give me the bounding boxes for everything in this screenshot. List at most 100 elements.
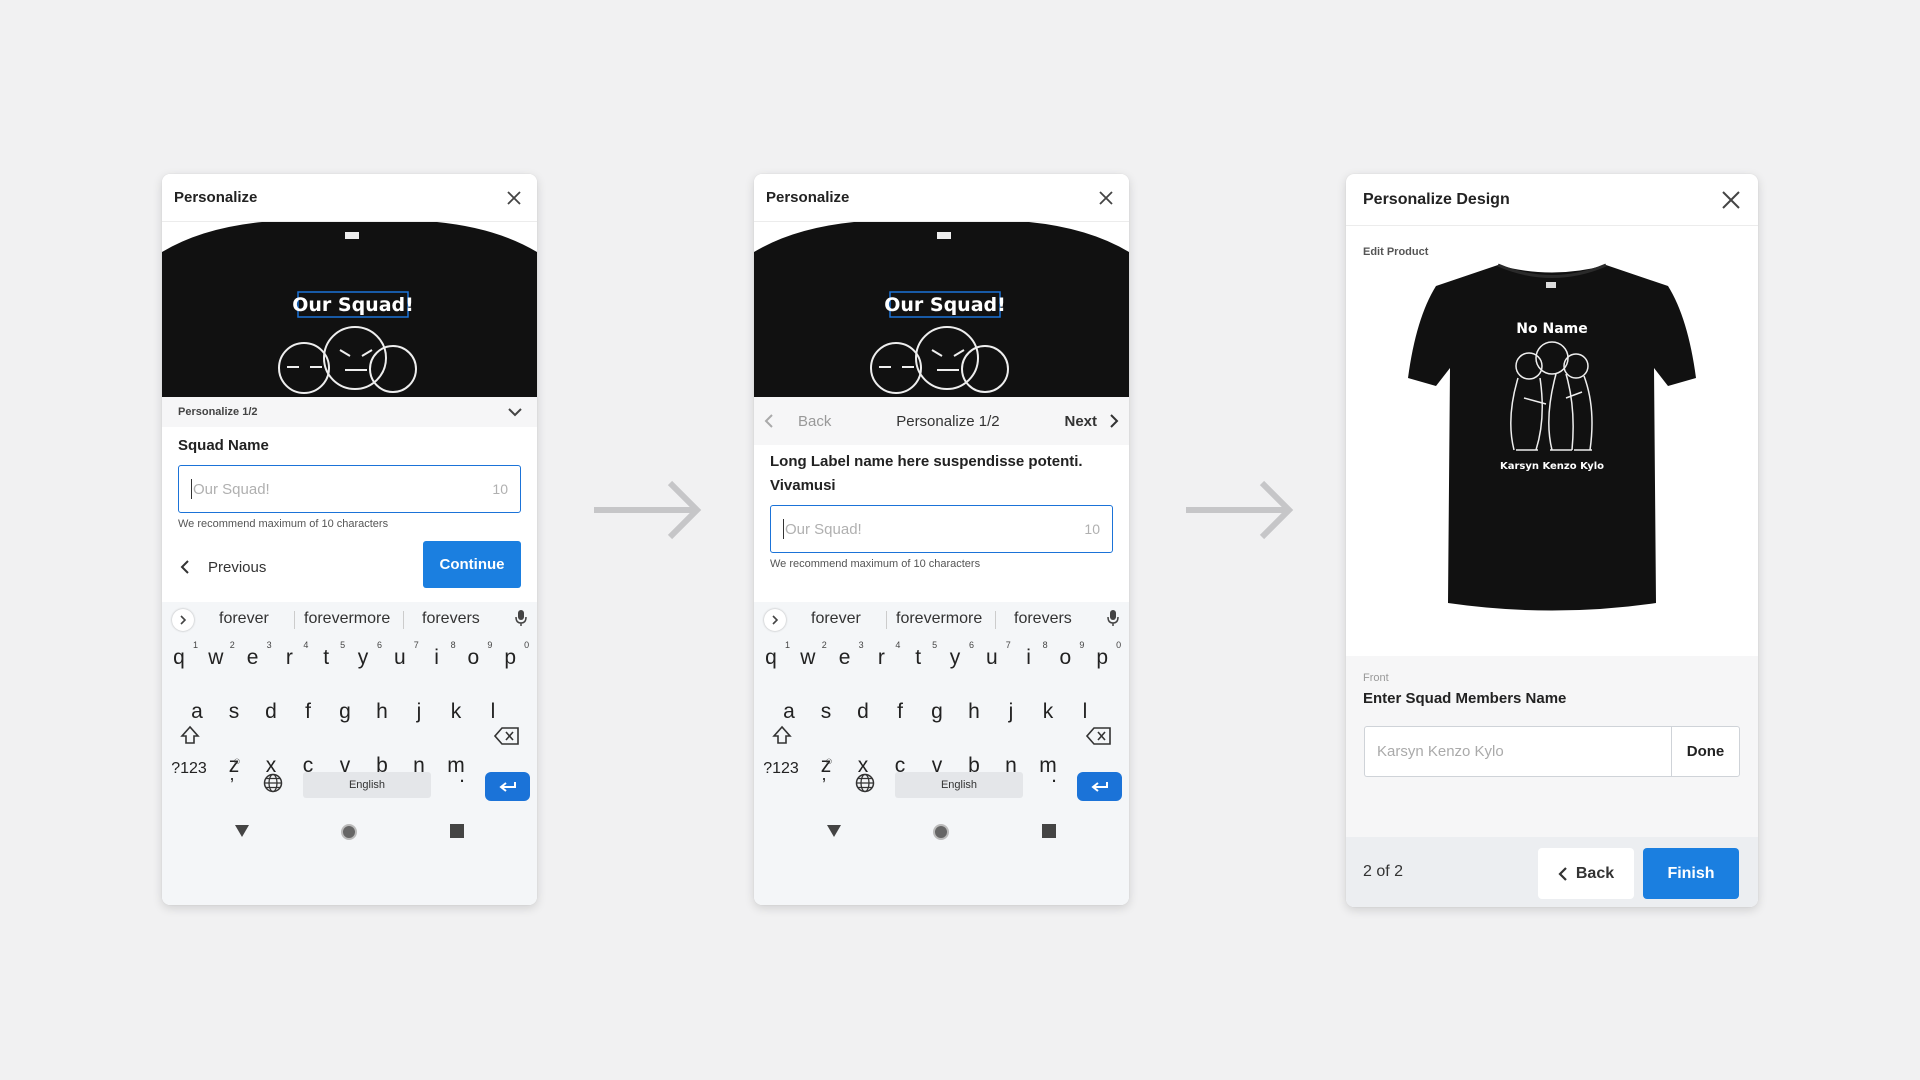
enter-key[interactable] (485, 772, 530, 801)
space-key[interactable]: English (895, 772, 1023, 798)
recents-nav-icon[interactable] (1042, 824, 1056, 838)
key-r[interactable]: r4 (868, 640, 901, 670)
section-label: Front (1363, 672, 1389, 684)
key-w[interactable]: w2 (795, 640, 827, 670)
key-k[interactable]: k (443, 700, 469, 724)
suggestion-2[interactable]: forevermore (896, 610, 982, 628)
backspace-icon[interactable] (1086, 727, 1112, 745)
text-caret (191, 479, 192, 499)
key-r[interactable]: r4 (276, 640, 309, 670)
period-key[interactable]: . (455, 764, 469, 788)
previous-button[interactable]: Previous (180, 552, 266, 582)
suggestion-2[interactable]: forevermore (304, 610, 390, 628)
previous-label: Previous (208, 558, 267, 576)
key-g[interactable]: g (332, 700, 358, 724)
key-l[interactable]: l (480, 700, 506, 724)
space-key[interactable]: English (303, 772, 431, 798)
squad-name-input[interactable]: Our Squad! 10 (178, 465, 521, 513)
close-icon[interactable] (503, 187, 525, 209)
key-e[interactable]: e3 (240, 640, 272, 670)
key-i[interactable]: i8 (424, 640, 455, 670)
key-l[interactable]: l (1072, 700, 1098, 724)
globe-icon[interactable] (263, 773, 283, 798)
backspace-icon[interactable] (494, 727, 520, 745)
key-s[interactable]: s (813, 700, 839, 724)
key-j[interactable]: j (998, 700, 1024, 724)
key-a[interactable]: a (184, 700, 210, 724)
home-nav-icon[interactable] (341, 824, 357, 840)
back-nav-icon[interactable] (826, 824, 842, 838)
key-w[interactable]: w2 (203, 640, 235, 670)
key-u[interactable]: u7 (387, 640, 419, 670)
key-label: i (434, 646, 439, 669)
chevron-right-icon[interactable] (172, 609, 194, 631)
key-t[interactable]: t5 (313, 640, 345, 670)
key-y[interactable]: y6 (942, 640, 974, 670)
key-h[interactable]: h (369, 700, 395, 724)
symbols-key[interactable]: ?123 (762, 760, 800, 778)
key-y[interactable]: y6 (350, 640, 382, 670)
key-digit-hint: 8 (450, 640, 456, 650)
back-button[interactable]: Back (764, 413, 831, 430)
key-p[interactable]: p0 (1089, 640, 1121, 670)
key-p[interactable]: p0 (497, 640, 529, 670)
next-button[interactable]: Next (1064, 413, 1119, 430)
hint-text: We recommend maximum of 10 characters (178, 518, 389, 530)
globe-icon[interactable] (855, 773, 875, 798)
shift-icon[interactable] (772, 725, 792, 745)
page-indicator: 2 of 2 (1363, 863, 1404, 880)
shirt-names-text: Karsyn Kenzo Kylo (1500, 461, 1604, 472)
close-icon[interactable] (1095, 187, 1117, 209)
chevron-right-icon[interactable] (764, 609, 786, 631)
key-t[interactable]: t5 (905, 640, 937, 670)
key-f[interactable]: f (295, 700, 321, 724)
edit-product-link[interactable]: Edit Product (1363, 246, 1428, 258)
suggestion-3[interactable]: forevers (1014, 610, 1072, 628)
close-icon[interactable] (1720, 189, 1742, 211)
step-label: Personalize 1/2 (896, 412, 1000, 430)
key-d[interactable]: d (258, 700, 284, 724)
key-u[interactable]: u7 (979, 640, 1011, 670)
period-key[interactable]: . (1047, 764, 1061, 788)
key-f[interactable]: f (887, 700, 913, 724)
back-button[interactable]: Back (1538, 848, 1634, 899)
suggestion-3[interactable]: forevers (422, 610, 480, 628)
microphone-icon[interactable] (1107, 609, 1119, 632)
suggestion-1[interactable]: forever (219, 610, 269, 628)
recents-nav-icon[interactable] (450, 824, 464, 838)
continue-button[interactable]: Continue (423, 541, 521, 588)
key-h[interactable]: h (961, 700, 987, 724)
comma-key[interactable]: , ☺ (224, 756, 241, 785)
microphone-icon[interactable] (515, 609, 527, 632)
squad-members-input[interactable]: Karsyn Kenzo Kylo (1364, 726, 1672, 777)
key-s[interactable]: s (221, 700, 247, 724)
key-j[interactable]: j (406, 700, 432, 724)
back-nav-icon[interactable] (234, 824, 250, 838)
key-label: u (393, 646, 406, 669)
suggestion-1[interactable]: forever (811, 610, 861, 628)
key-i[interactable]: i8 (1016, 640, 1047, 670)
shift-icon[interactable] (180, 725, 200, 745)
key-label: t (323, 646, 330, 669)
finish-button[interactable]: Finish (1643, 848, 1739, 899)
key-q[interactable]: q1 (166, 640, 198, 670)
symbols-key[interactable]: ?123 (170, 760, 208, 778)
key-o[interactable]: o9 (460, 640, 493, 670)
step-bar[interactable]: Personalize 1/2 (162, 397, 537, 427)
key-a[interactable]: a (776, 700, 802, 724)
key-o[interactable]: o9 (1052, 640, 1085, 670)
key-k[interactable]: k (1035, 700, 1061, 724)
shirt-title-text: No Name (1516, 321, 1587, 337)
chevron-down-icon[interactable] (508, 407, 522, 417)
home-nav-icon[interactable] (933, 824, 949, 840)
enter-key[interactable] (1077, 772, 1122, 801)
done-button[interactable]: Done (1671, 726, 1740, 777)
key-q[interactable]: q1 (758, 640, 790, 670)
flow-arrow-icon (594, 480, 702, 540)
key-d[interactable]: d (850, 700, 876, 724)
key-g[interactable]: g (924, 700, 950, 724)
key-e[interactable]: e3 (832, 640, 864, 670)
input-placeholder: Our Squad! (785, 520, 862, 538)
squad-name-input[interactable]: Our Squad! 10 (770, 505, 1113, 553)
comma-key[interactable]: , ☺ (816, 756, 833, 785)
